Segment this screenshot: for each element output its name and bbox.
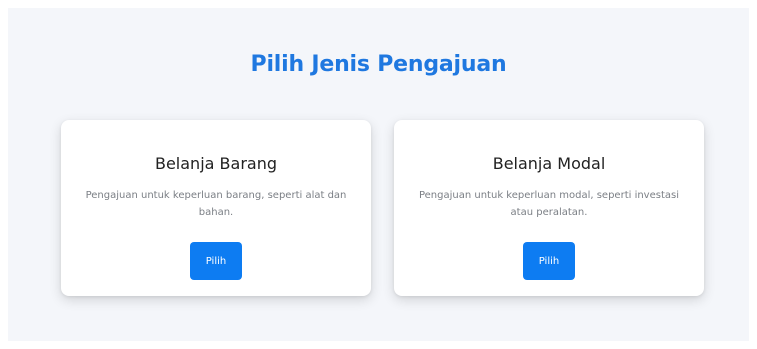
option-card-description: Pengajuan untuk keperluan barang, sepert… [85, 190, 347, 218]
pilih-modal-button[interactable]: Pilih [523, 242, 575, 280]
option-card-title: Belanja Modal [492, 154, 606, 173]
option-card-belanja-modal: Belanja Modal Pengajuan untuk keperluan … [394, 120, 704, 296]
option-card-description: Pengajuan untuk keperluan modal, seperti… [418, 190, 680, 218]
option-card-title: Belanja Barang [154, 154, 277, 173]
option-card-belanja-barang: Belanja Barang Pengajuan untuk keperluan… [61, 120, 371, 296]
selection-panel: Pilih Jenis Pengajuan Belanja Barang Pen… [8, 8, 749, 341]
page-title: Pilih Jenis Pengajuan [250, 52, 507, 77]
pilih-barang-button[interactable]: Pilih [190, 242, 242, 280]
